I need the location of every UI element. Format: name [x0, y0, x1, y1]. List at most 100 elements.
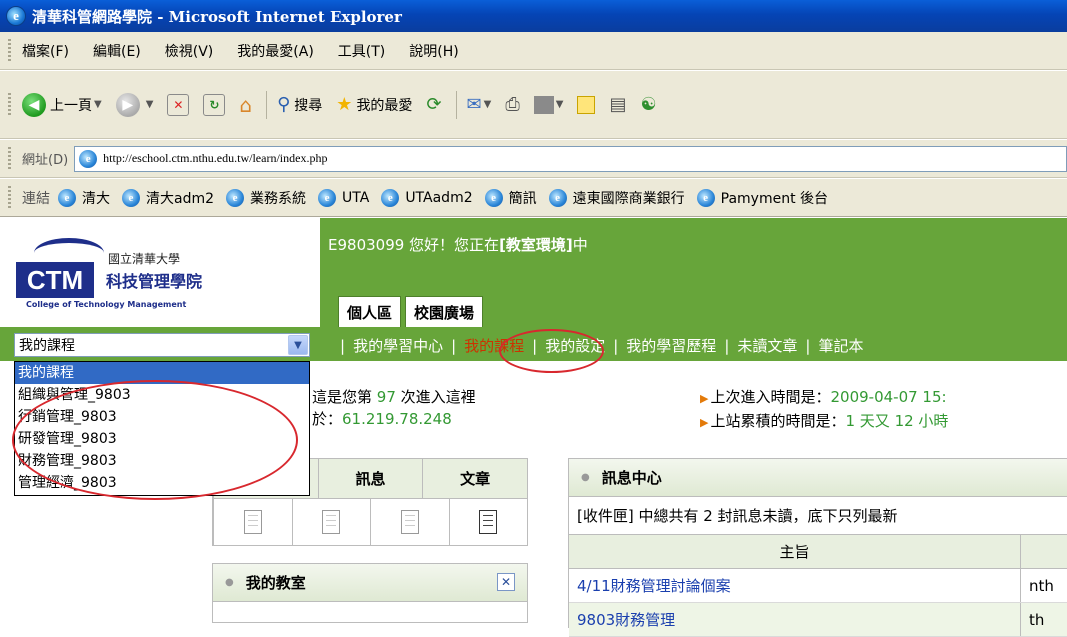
document-icon	[322, 510, 341, 534]
refresh-icon: ↻	[203, 93, 226, 116]
link-item[interactable]: e Pamyment 後台	[696, 188, 829, 208]
dropdown-option[interactable]: 組織與管理_9803	[15, 384, 309, 406]
link-item[interactable]: e 業務系統	[226, 188, 306, 208]
chevron-down-icon: ▼	[555, 99, 564, 110]
refresh-button[interactable]: ↻	[203, 93, 226, 116]
triangle-icon: ▶	[700, 392, 709, 405]
page-content: CTM 國立清華大學 科技管理學院 College of Technology …	[0, 218, 1067, 637]
print-button[interactable]: ⎙	[505, 94, 519, 115]
discuss-button[interactable]	[577, 95, 596, 114]
column-from	[1021, 535, 1067, 568]
tab-personal[interactable]: 個人區	[338, 296, 402, 327]
chevron-down-icon: ▼	[145, 99, 154, 110]
link-item[interactable]: e 清大	[58, 188, 110, 208]
page-icon: e	[226, 188, 245, 207]
course-select[interactable]: 我的課程 ▼	[14, 333, 310, 357]
menu-help[interactable]: 說明(H)	[409, 41, 458, 61]
tab-campus[interactable]: 校園廣場	[405, 296, 484, 327]
dropdown-option[interactable]: 管理經濟_9803	[15, 472, 309, 494]
menu-view[interactable]: 檢視(V)	[165, 41, 214, 61]
message-row[interactable]: 4/11財務管理討論個案 nth	[569, 569, 1067, 603]
tools-header-message: 訊息	[317, 459, 423, 498]
tool-cell[interactable]	[370, 499, 449, 545]
menu-tools[interactable]: 工具(T)	[338, 41, 385, 61]
annotation-circle	[499, 329, 604, 373]
visit-info: 這是您第 97 次進入這裡 於：61.219.78.248	[312, 386, 476, 430]
link-label: Pamyment 後台	[720, 190, 829, 207]
ip-address: 61.219.78.248	[342, 410, 452, 428]
window-titlebar: e 清華科管網路學院 - Microsoft Internet Explorer	[0, 0, 1067, 32]
page-icon: e	[58, 188, 76, 207]
mail-button[interactable]: ✉ ▼	[467, 94, 492, 115]
nav-unread-posts[interactable]: 未讀文章	[737, 337, 797, 355]
grip-icon	[8, 146, 11, 171]
dropdown-option[interactable]: 行銷管理_9803	[15, 406, 309, 428]
header-banner: E9803099 您好！您正在[教室環境]中 個人區 校園廣場	[320, 218, 1067, 327]
forward-arrow-icon: ▶	[115, 92, 140, 117]
print-icon: ⎙	[505, 94, 520, 115]
message-subject[interactable]: 9803財務管理	[569, 603, 1021, 636]
address-bar: 網址(D) e http://eschool.ctm.nthu.edu.tw/l…	[0, 140, 1067, 178]
links-label: 連結	[22, 190, 50, 207]
dropdown-option[interactable]: 研發管理_9803	[15, 428, 309, 450]
nav-learning-history[interactable]: 我的學習歷程	[626, 337, 716, 355]
page-icon: e	[548, 188, 567, 207]
toolbar-separator	[266, 90, 268, 119]
search-button[interactable]: ⚲ 搜尋	[277, 94, 322, 115]
site-logo[interactable]: CTM 國立清華大學 科技管理學院 College of Technology …	[0, 218, 320, 327]
tool-cell[interactable]	[291, 499, 371, 545]
menu-bar: 檔案(F) 編輯(E) 檢視(V) 我的最愛(A) 工具(T) 說明(H)	[0, 32, 1067, 70]
tool-cell[interactable]	[448, 499, 528, 545]
address-input[interactable]: e http://eschool.ctm.nthu.edu.tw/learn/i…	[74, 145, 1067, 172]
logo-english: College of Technology Management	[26, 300, 187, 309]
document-icon	[479, 510, 498, 534]
dropdown-option[interactable]: 財務管理_9803	[15, 450, 309, 472]
message-center-panel: ● 訊息中心 [收件匣] 中總共有 2 封訊息未讀，底下只列最新 主旨 4/11…	[568, 458, 1067, 637]
document-icon	[243, 510, 262, 534]
dropdown-option[interactable]: 我的課程	[15, 362, 309, 384]
mail-icon: ✉	[466, 94, 482, 115]
toolbar-separator	[455, 90, 457, 119]
link-item[interactable]: e 清大adm2	[122, 188, 214, 208]
area-tabs: 個人區 校園廣場	[338, 296, 487, 327]
total-time-value: 1 天又 12 小時	[845, 412, 949, 430]
menu-favorites[interactable]: 我的最愛(A)	[237, 41, 314, 61]
message-row[interactable]: 9803財務管理 th	[569, 603, 1067, 637]
research-button[interactable]: ▤	[609, 94, 626, 115]
link-item[interactable]: e 遠東國際商業銀行	[548, 188, 685, 208]
stop-button[interactable]: ✕	[167, 93, 190, 116]
nav-notebook[interactable]: 筆記本	[818, 337, 863, 355]
home-icon: ⌂	[239, 92, 253, 117]
grip-icon	[8, 185, 11, 210]
message-from: th	[1029, 610, 1045, 629]
messenger-button[interactable]: ☯	[640, 94, 656, 115]
back-button[interactable]: ◀ 上一頁 ▼	[22, 92, 102, 117]
edit-button[interactable]: ▼	[533, 95, 564, 114]
star-icon: ★	[336, 94, 353, 115]
chevron-down-icon[interactable]: ▼	[288, 335, 308, 355]
close-icon[interactable]: ✕	[497, 573, 515, 591]
message-table-header: 主旨	[569, 535, 1067, 569]
nav-learning-center[interactable]: 我的學習中心	[353, 337, 443, 355]
tool-cell[interactable]	[213, 499, 292, 545]
my-classroom-panel: ● 我的教室 ✕	[212, 563, 528, 623]
column-subject: 主旨	[569, 535, 1021, 568]
page-icon: e	[318, 188, 337, 207]
link-item[interactable]: e UTAadm2	[381, 188, 473, 207]
menu-file[interactable]: 檔案(F)	[22, 41, 69, 61]
link-item[interactable]: e 簡訊	[484, 188, 537, 208]
menu-edit[interactable]: 編輯(E)	[93, 41, 141, 61]
forward-button[interactable]: ▶ ▼	[115, 92, 154, 117]
ip-prefix: 於：	[312, 410, 343, 428]
message-subject[interactable]: 4/11財務管理討論個案	[569, 569, 1021, 602]
history-button[interactable]: ⟳	[426, 94, 441, 115]
link-item[interactable]: e UTA	[318, 188, 369, 207]
message-center-header: ● 訊息中心	[569, 459, 1067, 497]
total-time-line: ▶ 上站累積的時間是：1 天又 12 小時	[700, 410, 948, 434]
address-url: http://eschool.ctm.nthu.edu.tw/learn/ind…	[103, 151, 328, 165]
home-button[interactable]: ⌂	[239, 93, 252, 117]
link-label: UTAadm2	[405, 189, 473, 206]
nav-separator: |	[451, 337, 457, 355]
link-label: 業務系統	[250, 190, 307, 207]
favorites-button[interactable]: ★ 我的最愛	[336, 94, 412, 115]
